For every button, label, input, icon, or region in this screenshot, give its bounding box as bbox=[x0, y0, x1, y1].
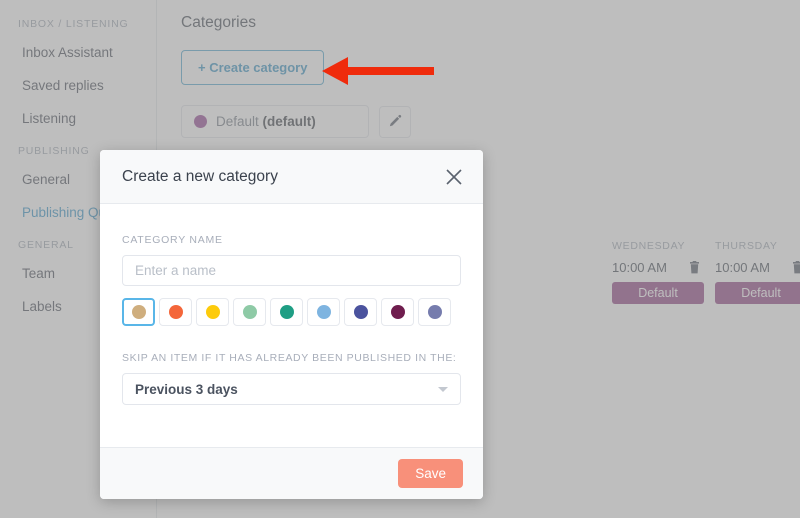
swatch-dot bbox=[390, 305, 405, 319]
create-category-modal: Create a new category CATEGORY NAME SKIP bbox=[100, 150, 483, 499]
color-swatch-slate-purple[interactable] bbox=[418, 298, 451, 326]
skip-period-value: Previous 3 days bbox=[135, 381, 238, 397]
annotation-arrow bbox=[322, 57, 434, 85]
close-icon[interactable] bbox=[445, 168, 463, 186]
color-swatch-plum[interactable] bbox=[381, 298, 414, 326]
color-swatch-light-green[interactable] bbox=[233, 298, 266, 326]
modal-title: Create a new category bbox=[122, 167, 278, 185]
chevron-down-icon bbox=[438, 387, 448, 392]
swatch-dot bbox=[316, 305, 331, 319]
modal-header: Create a new category bbox=[100, 150, 483, 204]
color-swatch-group bbox=[122, 298, 461, 326]
skip-period-select[interactable]: Previous 3 days bbox=[122, 373, 461, 405]
modal-footer: Save bbox=[100, 447, 483, 499]
swatch-dot bbox=[168, 305, 183, 319]
color-swatch-teal[interactable] bbox=[270, 298, 303, 326]
skip-rule-label: SKIP AN ITEM IF IT HAS ALREADY BEEN PUBL… bbox=[122, 352, 457, 364]
save-button[interactable]: Save bbox=[398, 459, 463, 488]
color-swatch-tan[interactable] bbox=[122, 298, 155, 326]
swatch-dot bbox=[353, 305, 368, 319]
swatch-dot bbox=[131, 305, 146, 319]
swatch-dot bbox=[205, 305, 220, 319]
color-swatch-yellow[interactable] bbox=[196, 298, 229, 326]
color-swatch-indigo[interactable] bbox=[344, 298, 377, 326]
color-swatch-light-blue[interactable] bbox=[307, 298, 340, 326]
swatch-dot bbox=[242, 305, 257, 319]
swatch-dot bbox=[427, 305, 442, 319]
swatch-dot bbox=[279, 305, 294, 319]
app-root: INBOX / LISTENING Inbox Assistant Saved … bbox=[0, 0, 800, 518]
color-swatch-orange[interactable] bbox=[159, 298, 192, 326]
modal-body: CATEGORY NAME SKIP AN ITEM IF IT HAS ALR… bbox=[100, 204, 483, 447]
category-name-input[interactable] bbox=[122, 255, 461, 286]
category-name-label: CATEGORY NAME bbox=[122, 234, 223, 246]
